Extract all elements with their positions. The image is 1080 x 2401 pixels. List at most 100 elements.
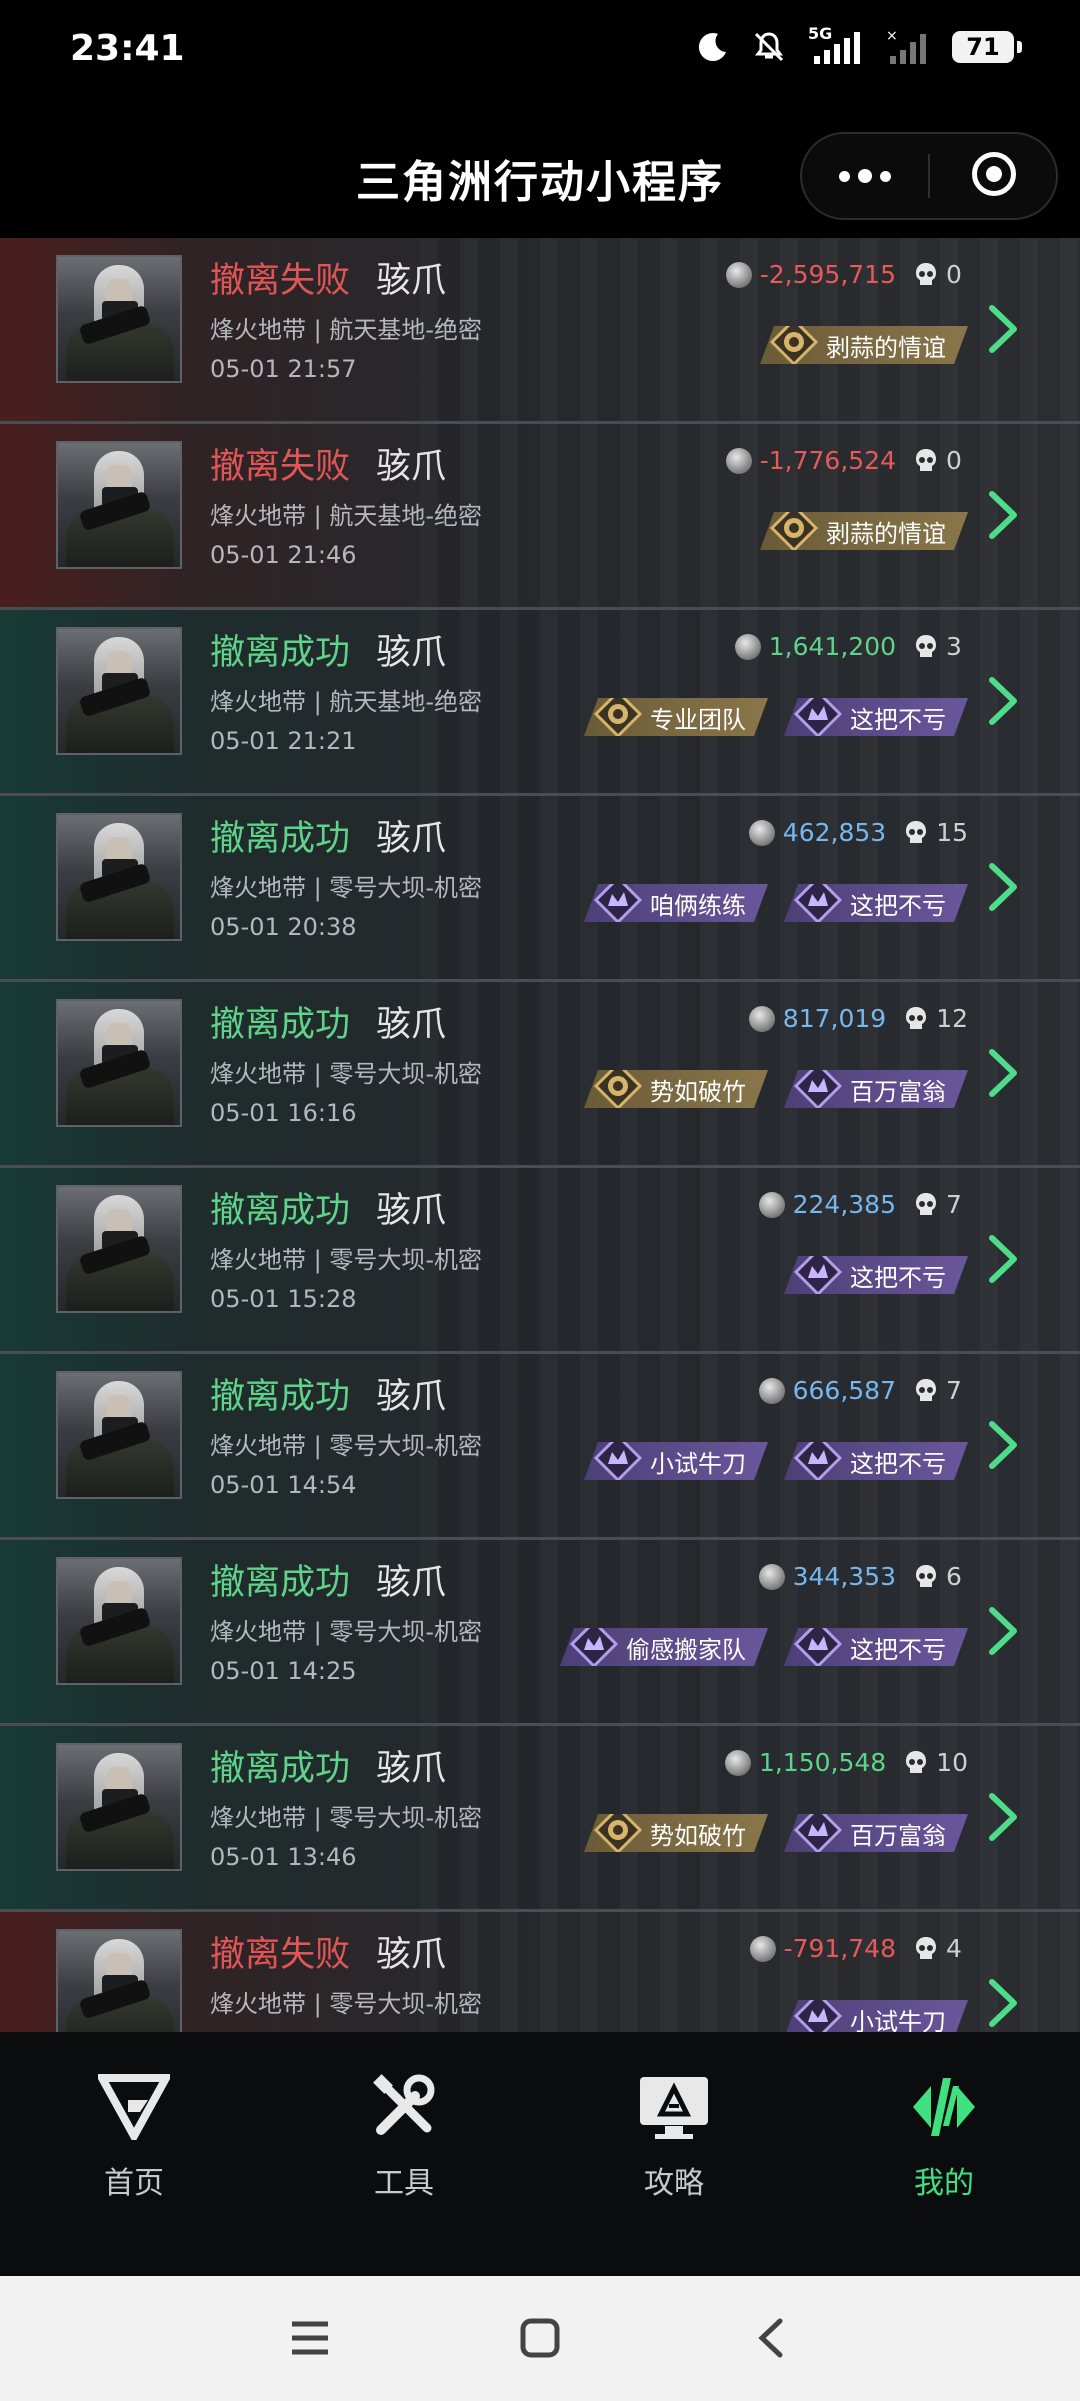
nav-guide[interactable]: 攻略	[574, 2074, 774, 2202]
home-logo-icon	[98, 2074, 170, 2140]
chevron-right-icon[interactable]	[986, 1606, 1022, 1656]
achievement-badge: 剥蒜的情谊	[760, 326, 968, 364]
coin-icon	[725, 447, 752, 474]
home-square-icon[interactable]	[520, 2318, 560, 2358]
achievement-badges: 这把不亏	[784, 1256, 968, 1294]
battery-icon: 71	[952, 31, 1022, 63]
skull-icon	[916, 1192, 936, 1215]
map-mode: 烽火地带 | 零号大坝-机密	[210, 874, 483, 902]
value-line: 462,853 15	[748, 818, 968, 847]
match-time: 05-01 20:38	[210, 913, 357, 941]
chevron-right-icon[interactable]	[986, 490, 1022, 540]
achievement-badge: 偷感搬家队	[560, 1628, 768, 1666]
purple-badge-icon	[794, 1248, 842, 1296]
match-record-list[interactable]: 撤离失败 骇爪 烽火地带 | 航天基地-绝密 05-01 21:57 -2,595,71…	[0, 238, 1080, 2032]
nav-tools[interactable]: 工具	[304, 2074, 504, 2202]
kill-count: 3	[946, 632, 962, 661]
kill-count: 7	[946, 1190, 962, 1219]
match-record-row[interactable]: 撤离成功 骇爪 烽火地带 | 零号大坝-机密 05-01 20:38 462,853 15…	[0, 796, 1080, 982]
badge-label: 势如破竹	[650, 1821, 746, 1850]
extraction-result: 撤离失败	[210, 447, 351, 487]
chevron-right-icon[interactable]	[986, 1978, 1022, 2028]
more-button[interactable]	[802, 134, 928, 218]
chevron-right-icon[interactable]	[986, 676, 1022, 726]
skull-icon	[906, 820, 927, 843]
achievement-badge: 这把不亏	[784, 1628, 968, 1666]
skull-icon	[916, 1564, 936, 1587]
close-target-icon[interactable]	[972, 152, 1016, 196]
chevron-right-icon[interactable]	[986, 1048, 1022, 1098]
chevron-right-icon[interactable]	[986, 304, 1022, 354]
achievement-badge: 势如破竹	[584, 1070, 768, 1108]
operator-avatar	[56, 813, 182, 941]
kill-count: 15	[936, 818, 968, 847]
map-mode: 烽火地带 | 零号大坝-机密	[210, 1618, 483, 1646]
match-time: 05-01 14:25	[210, 1657, 357, 1685]
coin-icon	[758, 1563, 785, 1590]
status-icons: 5G × 71	[696, 24, 1022, 64]
map-mode: 烽火地带 | 航天基地-绝密	[210, 502, 483, 530]
operator-name: 骇爪	[376, 1935, 447, 1975]
chevron-right-icon[interactable]	[986, 1792, 1022, 1842]
value-line: -791,748 4	[749, 1934, 968, 1963]
achievement-badge: 专业团队	[584, 698, 768, 736]
extraction-result: 撤离成功	[210, 1563, 351, 1603]
operator-name: 骇爪	[376, 633, 447, 673]
match-record-row[interactable]: 撤离成功 骇爪 烽火地带 | 零号大坝-机密 05-01 14:25 344,353 6 偷…	[0, 1540, 1080, 1726]
profit-value: 666,587	[792, 1376, 896, 1405]
nav-profile[interactable]: 我的	[844, 2074, 1044, 2202]
badge-label: 这把不亏	[850, 1635, 946, 1664]
kill-count: 7	[946, 1376, 962, 1405]
badge-label: 剥蒜的情谊	[826, 333, 946, 362]
achievement-badges: 势如破竹 百万富翁	[584, 1814, 968, 1852]
match-record-row[interactable]: 撤离成功 骇爪 烽火地带 | 零号大坝-机密 05-01 14:54 666,587 7 小…	[0, 1354, 1080, 1540]
capsule-divider	[928, 154, 930, 198]
operator-name: 骇爪	[376, 447, 447, 487]
signal-icon: ×	[886, 30, 926, 64]
operator-name: 骇爪	[376, 1005, 447, 1045]
achievement-badge: 这把不亏	[784, 884, 968, 922]
nav-home[interactable]: 首页	[34, 2074, 234, 2202]
match-record-row[interactable]: 撤离成功 骇爪 烽火地带 | 零号大坝-机密 05-01 15:28 224,385 7 这…	[0, 1168, 1080, 1354]
profit-value: 344,353	[792, 1562, 896, 1591]
badge-label: 这把不亏	[850, 891, 946, 920]
chevron-right-icon[interactable]	[986, 1234, 1022, 1284]
match-time: 05-01 21:46	[210, 541, 357, 569]
operator-avatar	[56, 1371, 182, 1499]
profit-value: -1,776,524	[759, 446, 896, 475]
network-label: 5G	[808, 24, 833, 43]
badge-label: 这把不亏	[850, 1449, 946, 1478]
badge-label: 专业团队	[650, 705, 746, 734]
dot-icon	[858, 169, 872, 183]
extraction-result: 撤离成功	[210, 633, 351, 673]
match-record-row[interactable]: 撤离失败 骇爪 烽火地带 | 零号大坝-机密 -791,748 4 小试牛刀	[0, 1912, 1080, 2032]
chevron-right-icon[interactable]	[986, 1420, 1022, 1470]
purple-badge-icon	[594, 876, 642, 924]
match-time: 05-01 13:46	[210, 1843, 357, 1871]
achievement-badges: 偷感搬家队 这把不亏	[560, 1628, 968, 1666]
profit-value: 1,150,548	[758, 1748, 887, 1777]
match-record-row[interactable]: 撤离成功 骇爪 烽火地带 | 零号大坝-机密 05-01 16:16 817,019 12…	[0, 982, 1080, 1168]
purple-badge-icon	[570, 1620, 618, 1668]
back-icon[interactable]	[756, 2318, 786, 2358]
extraction-result: 撤离失败	[210, 261, 351, 301]
skull-icon	[916, 634, 936, 657]
match-record-row[interactable]: 撤离失败 骇爪 烽火地带 | 航天基地-绝密 05-01 21:57 -2,595,71…	[0, 238, 1080, 424]
kill-count: 4	[946, 1934, 962, 1963]
mute-bell-icon	[754, 32, 784, 62]
kill-count: 12	[936, 1004, 968, 1033]
operator-name: 骇爪	[376, 1191, 447, 1231]
purple-badge-icon	[594, 1434, 642, 1482]
achievement-badge: 势如破竹	[584, 1814, 768, 1852]
menu-icon[interactable]	[290, 2318, 330, 2358]
match-record-row[interactable]: 撤离成功 骇爪 烽火地带 | 航天基地-绝密 05-01 21:21 1,641,200…	[0, 610, 1080, 796]
nav-tools-label: 工具	[374, 2166, 434, 2201]
dot-icon	[880, 170, 891, 182]
chevron-right-icon[interactable]	[986, 862, 1022, 912]
badge-label: 这把不亏	[850, 1263, 946, 1292]
map-mode: 烽火地带 | 航天基地-绝密	[210, 316, 483, 344]
gold-badge-icon	[594, 690, 642, 738]
match-record-row[interactable]: 撤离失败 骇爪烽火地带 | 航天基地-绝密 05-01 21:46 -1,776,52…	[0, 424, 1080, 610]
guide-monitor-icon	[640, 2077, 708, 2139]
match-record-row[interactable]: 撤离成功 骇爪 烽火地带 | 零号大坝-机密 05-01 13:46 1,150,548…	[0, 1726, 1080, 1912]
